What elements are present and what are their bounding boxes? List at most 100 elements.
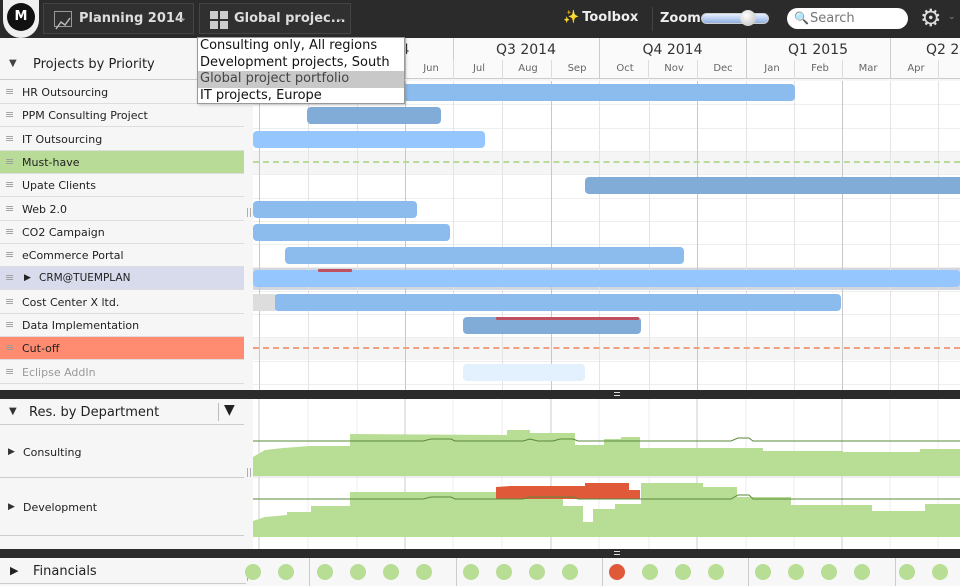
- project-name: PPM Consulting Project: [22, 109, 148, 123]
- project-row[interactable]: ≡ CO2 Campaign: [0, 220, 244, 244]
- expand-triangle-icon[interactable]: ▶: [8, 502, 15, 512]
- splitter-handle[interactable]: [614, 551, 620, 555]
- financial-status-dot[interactable]: [854, 564, 870, 580]
- drag-handle-icon[interactable]: ≡: [5, 296, 14, 307]
- resize-grip[interactable]: ||: [246, 468, 252, 478]
- resize-grip[interactable]: ||: [246, 208, 252, 218]
- gantt-bar[interactable]: [253, 270, 960, 288]
- zoom-slider-handle[interactable]: [740, 10, 756, 26]
- grid-line: [746, 81, 747, 390]
- financial-status-dot[interactable]: [788, 564, 804, 580]
- gantt-bar[interactable]: [253, 223, 450, 241]
- gantt-bar[interactable]: [307, 107, 441, 125]
- critical-path-line: [496, 317, 639, 320]
- row-divider: [253, 383, 960, 385]
- department-row-consulting[interactable]: ▶ Consulting: [0, 425, 244, 478]
- search-box[interactable]: 🔍: [787, 8, 908, 29]
- portfolio-selector[interactable]: Global projec... ⌄: [199, 3, 351, 34]
- project-row[interactable]: ≡ PPM Consulting Project: [0, 104, 244, 128]
- quarter-label: Q1 2015: [787, 42, 848, 58]
- project-row[interactable]: ≡ Eclipse AddIn: [0, 360, 244, 384]
- gantt-bar[interactable]: [274, 293, 841, 311]
- drag-handle-icon[interactable]: ≡: [5, 86, 14, 97]
- financial-status-dot[interactable]: [932, 564, 948, 580]
- drag-handle-icon[interactable]: ≡: [5, 203, 14, 214]
- gantt-bar[interactable]: [463, 363, 585, 381]
- project-row[interactable]: ≡ eCommerce Portal: [0, 244, 244, 268]
- financial-status-dot[interactable]: [278, 564, 294, 580]
- financials-title: Financials: [33, 564, 97, 579]
- financial-status-dot[interactable]: [317, 564, 333, 580]
- project-row[interactable]: ≡ Must-have: [0, 150, 244, 174]
- panel-splitter[interactable]: [0, 390, 960, 399]
- dropdown-option[interactable]: Global project portfolio: [198, 71, 404, 88]
- chevron-down-icon[interactable]: ⌄: [948, 12, 956, 22]
- panel-splitter[interactable]: [0, 549, 960, 558]
- drag-handle-icon[interactable]: ≡: [5, 319, 14, 330]
- dropdown-option[interactable]: Consulting only, All regions: [198, 38, 404, 55]
- project-row[interactable]: ≡ Cut-off: [0, 337, 244, 361]
- dropdown-option[interactable]: Development projects, South: [198, 55, 404, 72]
- drag-handle-icon[interactable]: ≡: [5, 156, 14, 167]
- plan-selector[interactable]: Planning 2014 ⌄: [43, 3, 194, 34]
- expand-triangle-icon[interactable]: ▶: [8, 447, 15, 457]
- logo-icon: M: [7, 3, 35, 31]
- app-logo[interactable]: M: [3, 0, 39, 38]
- gear-icon[interactable]: ⚙: [920, 5, 942, 31]
- month-divider: [938, 60, 939, 79]
- financial-status-dot[interactable]: [562, 564, 578, 580]
- financial-status-dot[interactable]: [383, 564, 399, 580]
- financial-status-dot[interactable]: [529, 564, 545, 580]
- financial-status-dot[interactable]: [609, 564, 625, 580]
- project-row[interactable]: ≡ ▶ CRM@TUEMPLAN: [0, 267, 244, 291]
- department-row-development[interactable]: ▶ Development: [0, 478, 244, 536]
- splitter-handle[interactable]: [614, 392, 620, 396]
- financial-status-dot[interactable]: [642, 564, 658, 580]
- financial-status-dot[interactable]: [245, 564, 261, 580]
- month-label: Dec: [713, 63, 733, 74]
- financial-status-dot[interactable]: [899, 564, 915, 580]
- collapse-triangle-icon[interactable]: ▼: [9, 58, 17, 69]
- expand-triangle-icon[interactable]: ▶: [10, 564, 18, 577]
- filter-icon[interactable]: ▼: [224, 402, 235, 418]
- expand-triangle-icon[interactable]: ▶: [24, 273, 31, 283]
- project-row[interactable]: ≡ Cost Center X ltd.: [0, 290, 244, 314]
- project-row[interactable]: ≡ IT Outsourcing: [0, 127, 244, 151]
- gantt-bar[interactable]: [253, 130, 485, 148]
- drag-handle-icon[interactable]: ≡: [5, 366, 14, 377]
- financials-row[interactable]: ▶ Financials: [0, 558, 246, 584]
- financial-status-dot[interactable]: [350, 564, 366, 580]
- search-icon: 🔍: [794, 11, 809, 25]
- project-name: Cost Center X ltd.: [22, 295, 120, 309]
- dropdown-option[interactable]: IT projects, Europe: [198, 88, 404, 105]
- financial-status-dot[interactable]: [708, 564, 724, 580]
- zoom-slider[interactable]: [701, 13, 769, 24]
- collapse-triangle-icon[interactable]: ▼: [9, 406, 17, 417]
- drag-handle-icon[interactable]: ≡: [5, 179, 14, 190]
- drag-handle-icon[interactable]: ≡: [5, 109, 14, 120]
- project-name: Web 2.0: [22, 202, 67, 216]
- gantt-bar[interactable]: [253, 200, 417, 218]
- financial-status-dot[interactable]: [496, 564, 512, 580]
- month-label: Mar: [858, 63, 878, 74]
- project-row[interactable]: ≡ Upate Clients: [0, 174, 244, 198]
- toolbox-button[interactable]: ✨ Toolbox: [563, 10, 638, 25]
- drag-handle-icon[interactable]: ≡: [5, 249, 14, 260]
- drag-handle-icon[interactable]: ≡: [5, 272, 14, 283]
- financial-status-dot[interactable]: [416, 564, 432, 580]
- drag-handle-icon[interactable]: ≡: [5, 226, 14, 237]
- drag-handle-icon[interactable]: ≡: [5, 133, 14, 144]
- financial-status-dot[interactable]: [463, 564, 479, 580]
- gantt-bar[interactable]: [585, 177, 960, 195]
- financial-status-dot[interactable]: [755, 564, 771, 580]
- grid-line: [895, 558, 896, 586]
- project-name: eCommerce Portal: [22, 249, 124, 263]
- financial-status-dot[interactable]: [675, 564, 691, 580]
- project-row[interactable]: ≡ Data Implementation: [0, 314, 244, 337]
- search-input[interactable]: [810, 9, 900, 28]
- project-row[interactable]: ≡ Web 2.0: [0, 197, 244, 221]
- grid-line: [453, 81, 454, 390]
- gantt-bar[interactable]: [285, 247, 684, 265]
- financial-status-dot[interactable]: [821, 564, 837, 580]
- drag-handle-icon[interactable]: ≡: [5, 342, 14, 353]
